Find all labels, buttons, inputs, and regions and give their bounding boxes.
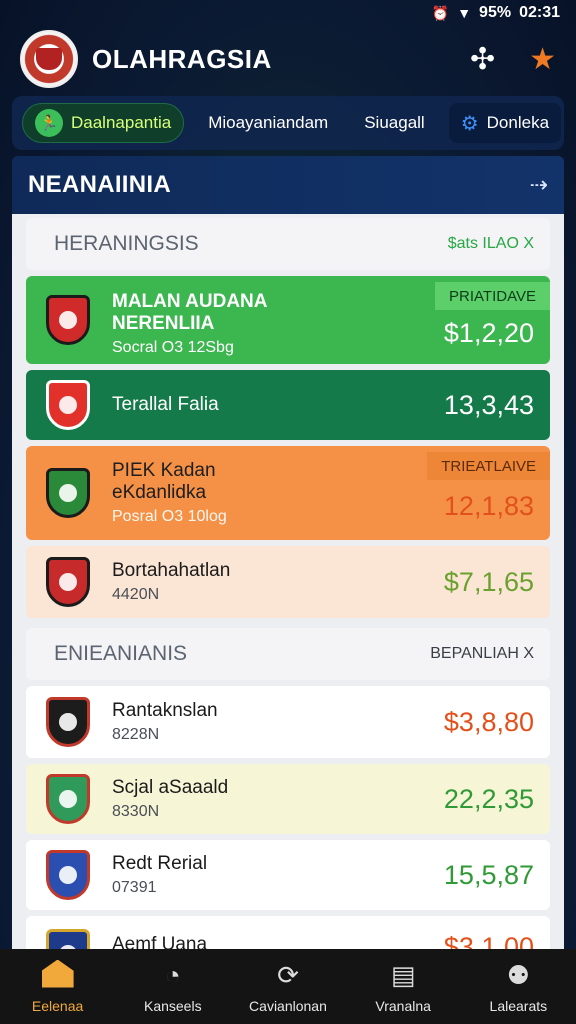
- ball-icon: ◔: [164, 959, 181, 990]
- app-title: OLAHRAGSIA: [92, 43, 272, 74]
- item-sub: Posral O3 10log: [112, 508, 227, 525]
- list-item[interactable]: Bortahahatlan 4420N $7,1,65: [26, 546, 550, 618]
- item-sub: Socral O3 12Sbg: [112, 339, 234, 356]
- item-name: Scjal aSaaald: [112, 777, 229, 798]
- team-crest-icon: [42, 377, 94, 433]
- list-item[interactable]: Terallal Falia 13,3,43: [26, 370, 550, 440]
- nav-item-home[interactable]: Eelenaa: [3, 959, 113, 1014]
- filter-tab-2[interactable]: Mioayaniandam: [196, 103, 340, 143]
- nav-item-refresh[interactable]: ⟳ Cavianlonan: [233, 960, 343, 1014]
- profile-icon: ⚉: [506, 959, 530, 990]
- clock: 02:31: [519, 4, 560, 21]
- filter-chip-label: Daalnapantia: [71, 113, 172, 132]
- status-badge: PRIATIDAVE: [435, 282, 550, 310]
- group-header-1: HERANINGSIS $ats ILAO X: [26, 218, 550, 270]
- app-logo: [20, 30, 78, 88]
- list-item[interactable]: Rantaknslan 8228N $3,8,80: [26, 686, 550, 758]
- team-crest-icon: [42, 926, 94, 949]
- list-item[interactable]: Scjal aSaaald 8330N 22,2,35: [26, 764, 550, 834]
- item-price: $3,1,00: [443, 932, 534, 949]
- filter-chip-active[interactable]: 🏃 Daalnapantia: [22, 103, 185, 143]
- item-name: PIEK Kadan eKdanlidka: [112, 460, 216, 503]
- home-icon: [41, 959, 74, 992]
- item-price: 15,5,87: [443, 859, 534, 890]
- team-crest-icon: [42, 292, 94, 348]
- item-price: $3,8,80: [443, 706, 534, 737]
- settings-label: Donleka: [486, 113, 550, 132]
- nav-item-profile[interactable]: ⚉ Lalearats: [463, 960, 573, 1014]
- nav-label: Cavianlonan: [249, 997, 327, 1014]
- item-name: Bortahahatlan: [112, 560, 231, 581]
- item-name: Aemf Uana: [112, 934, 208, 949]
- nav-label: Lalearats: [489, 997, 548, 1014]
- filter-tab-3[interactable]: Siuagall: [352, 103, 437, 143]
- item-price: $1,2,20: [443, 317, 534, 348]
- item-price: 13,3,43: [443, 389, 534, 420]
- list-item[interactable]: MALAN AUDANA NERENLIIA Socral O3 12Sbg $…: [26, 276, 550, 364]
- team-crest-icon: [42, 847, 94, 903]
- bottom-nav: Eelenaa ◔ Kanseels ⟳ Cavianlonan ▤ Vrana…: [0, 949, 576, 1024]
- item-sub: 8228N: [112, 726, 160, 743]
- item-price: 12,1,83: [443, 490, 534, 521]
- refresh-icon: ⟳: [277, 959, 299, 990]
- group-title: HERANINGSIS: [54, 232, 199, 255]
- battery-level: 95%: [479, 4, 512, 21]
- group-header-2: ENIEANIANIS BEPANLIAH X: [26, 628, 550, 680]
- item-price: 22,2,35: [443, 783, 534, 814]
- settings-button[interactable]: ⚙ Donleka: [448, 103, 562, 143]
- nav-item-ball[interactable]: ◔ Kanseels: [118, 960, 228, 1014]
- nav-label: Kanseels: [143, 997, 202, 1014]
- team-crest-icon: [42, 771, 94, 827]
- status-bar: ⏰ ▼ 95% 02:31: [0, 0, 576, 26]
- section-header: NEANAIINIA ⇢: [12, 156, 564, 214]
- item-name: Redt Rerial: [112, 853, 208, 874]
- list-item[interactable]: Aemf Uana $3,1,00: [26, 916, 550, 949]
- runner-icon: 🏃: [35, 109, 63, 137]
- wifi-icon: ▼: [457, 5, 472, 21]
- list-panel: HERANINGSIS $ats ILAO X MALAN AUDANA NER…: [12, 214, 564, 949]
- item-sub: 07391: [112, 879, 157, 896]
- app-header: OLAHRAGSIA ✣ ★: [0, 26, 576, 92]
- nav-item-document[interactable]: ▤ Vranalna: [348, 960, 458, 1014]
- list-item[interactable]: PIEK Kadan eKdanlidka Posral O3 10log 12…: [26, 446, 550, 540]
- nav-label: Vranalna: [375, 997, 431, 1014]
- item-name: Rantaknslan: [112, 700, 218, 721]
- forward-arrow-icon[interactable]: ⇢: [530, 172, 548, 198]
- group-action-link[interactable]: $ats ILAO X: [448, 235, 534, 253]
- share-icon[interactable]: ✣: [470, 42, 495, 77]
- nav-label: Eelenaa: [31, 997, 84, 1014]
- team-crest-icon: [42, 694, 94, 750]
- filter-bar: 🏃 Daalnapantia Mioayaniandam Siuagall ⚙ …: [12, 96, 564, 150]
- item-sub: 4420N: [112, 586, 160, 603]
- list-item[interactable]: Redt Rerial 07391 15,5,87: [26, 840, 550, 910]
- document-icon: ▤: [390, 959, 416, 990]
- status-badge: TRIEATLAIVE: [427, 452, 550, 480]
- group-action-link[interactable]: BEPANLIAH X: [430, 645, 534, 663]
- item-name: Terallal Falia: [112, 394, 219, 415]
- gear-icon: ⚙: [460, 112, 479, 135]
- section-title: NEANAIINIA: [28, 171, 172, 198]
- alarm-icon: ⏰: [431, 4, 450, 21]
- team-crest-icon: [42, 465, 94, 521]
- item-price: $7,1,65: [443, 566, 534, 597]
- item-name: MALAN AUDANA NERENLIIA: [112, 291, 267, 334]
- star-icon[interactable]: ★: [529, 42, 556, 77]
- item-sub: 8330N: [112, 803, 160, 820]
- team-crest-icon: [42, 554, 94, 610]
- group-title: ENIEANIANIS: [54, 642, 188, 665]
